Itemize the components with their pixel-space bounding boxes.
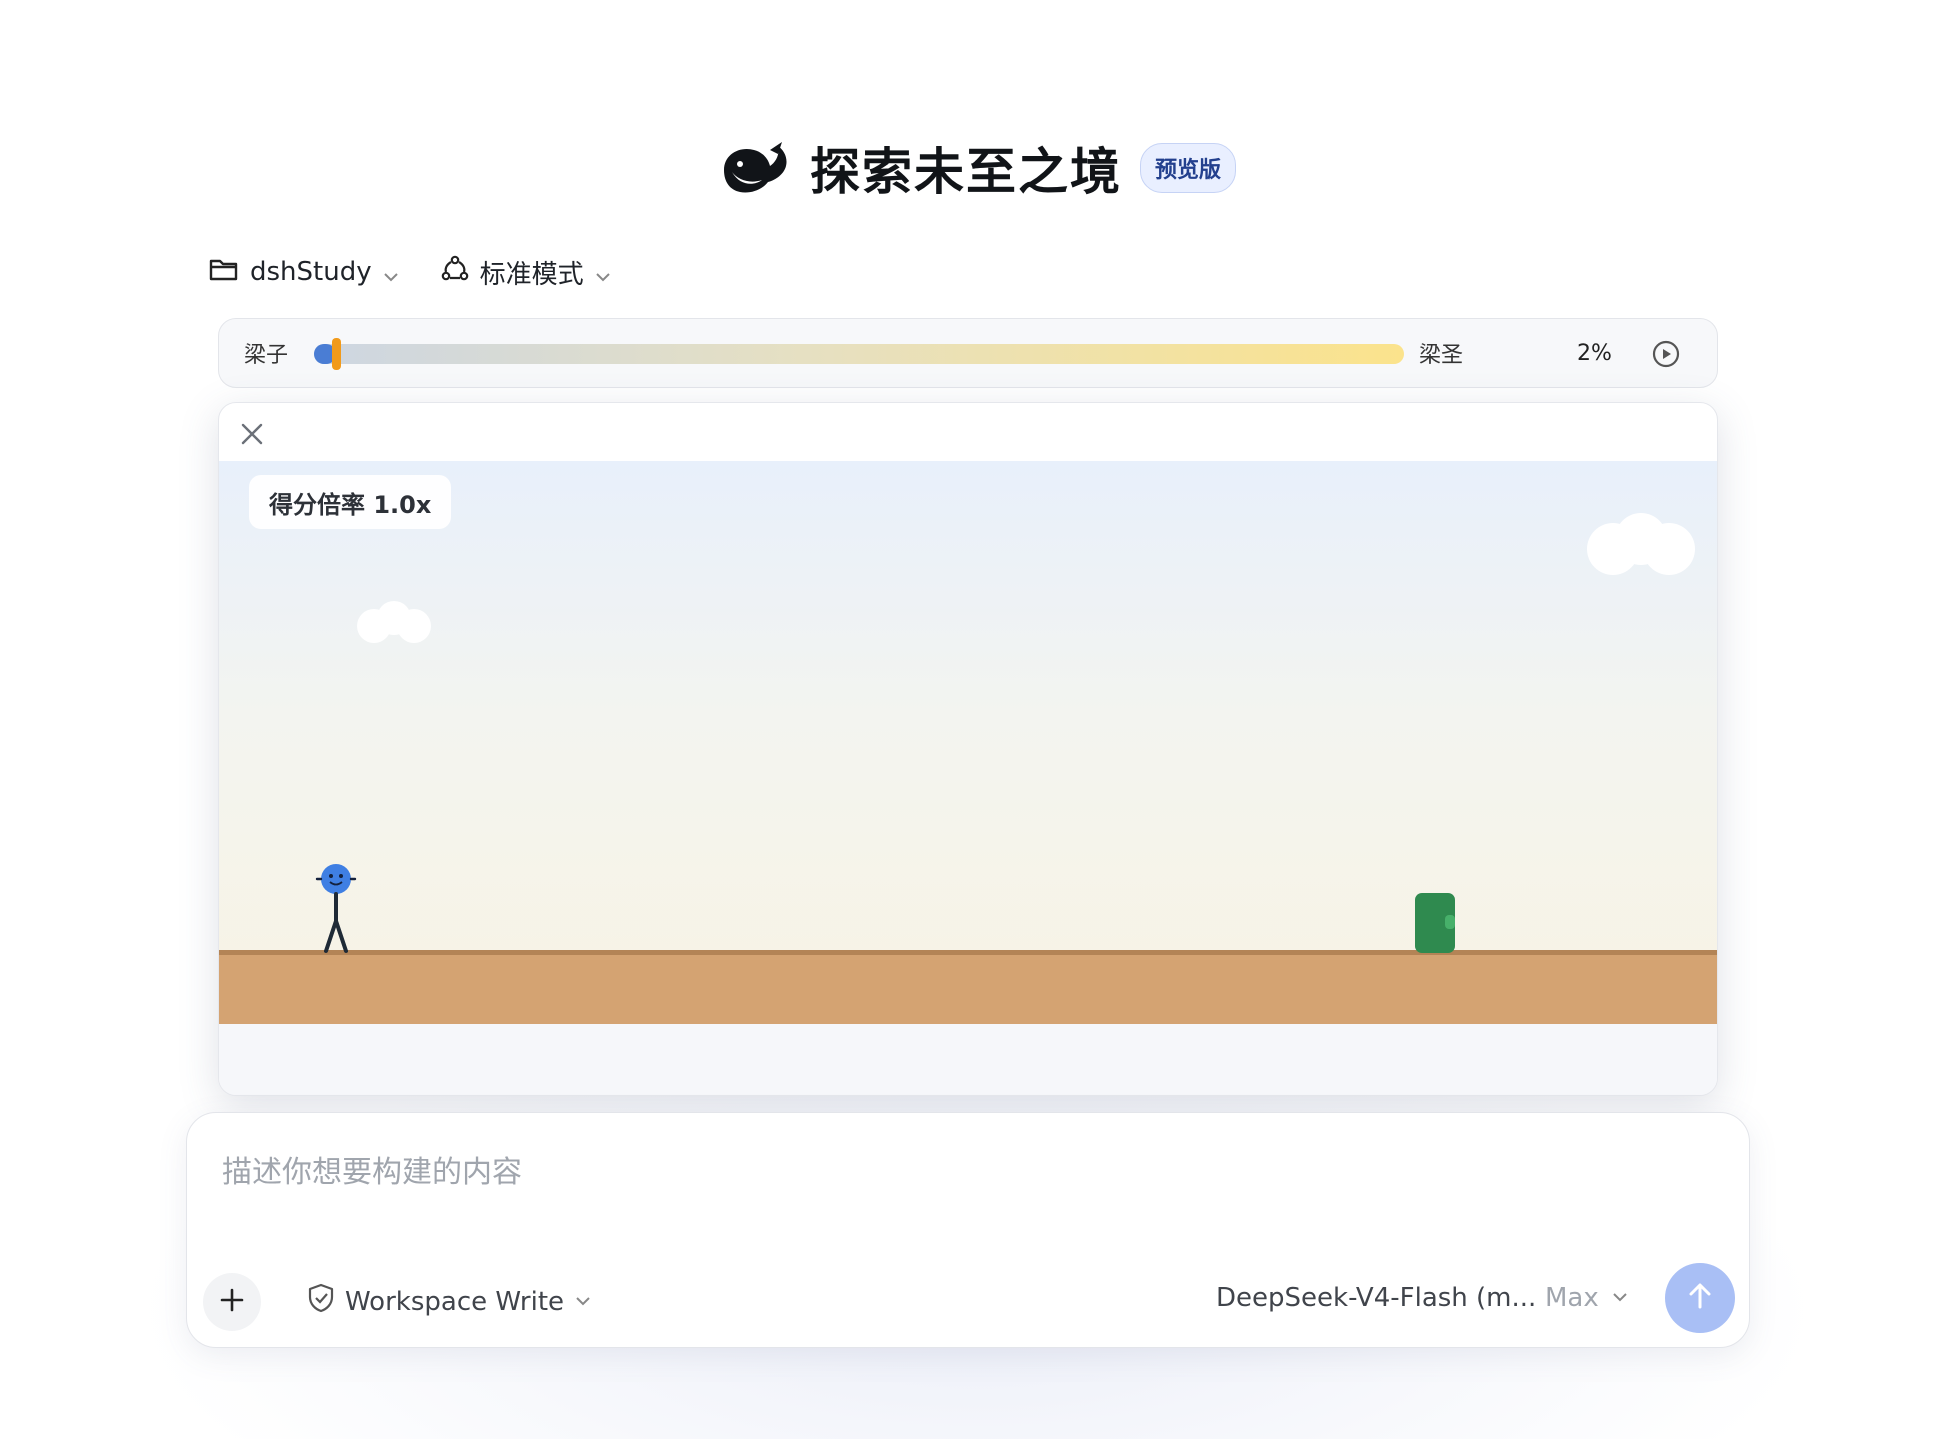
stick-figure-player [315,864,357,953]
play-icon[interactable] [1651,339,1681,369]
mode-label: 标准模式 [479,259,584,290]
ground [219,955,1717,1024]
plus-icon [218,1286,246,1318]
progress-percent: 2% [1577,340,1612,366]
send-button[interactable] [1665,1263,1735,1333]
progress-thumb[interactable] [331,338,341,370]
cloud [357,601,433,645]
project-name: dshStudy [250,257,372,287]
whale-logo-icon [718,140,792,196]
arrow-up-icon [1683,1279,1717,1317]
game-canvas[interactable]: 得分倍率 1.0x [219,461,1717,1024]
cloud [1587,513,1697,577]
page-title: 探索未至之境 [809,143,1122,201]
progress-start-label: 梁子 [244,343,289,368]
workspace-label: Workspace Write [345,1286,565,1317]
chevron-down-icon [382,263,400,282]
effort-label: Max [1545,1283,1599,1313]
shield-check-icon [307,1283,335,1320]
top-toolbar: dshStudy 标准模式 [208,250,612,294]
mode-selector[interactable]: 标准模式 [440,254,612,291]
progress-card: 梁子 梁圣 2% [218,318,1718,388]
obstacle [1415,893,1455,953]
project-selector[interactable]: dshStudy [208,255,400,290]
chevron-down-icon [1611,1283,1629,1313]
chevron-down-icon [594,263,612,282]
panel-footer [219,1024,1717,1095]
prompt-input[interactable]: 描述你想要构建的内容 [222,1147,522,1191]
chevron-down-icon [574,1287,592,1317]
effort-selector[interactable]: Max [1545,1283,1629,1313]
page-header: 探索未至之境 预览版 [0,128,1954,208]
close-icon[interactable] [235,417,269,451]
progress-end-label: 梁圣 [1419,343,1464,368]
progress-track[interactable] [314,338,1404,370]
folder-icon [208,255,240,290]
app-root: 探索未至之境 预览版 dshStudy 标准模式 梁子 梁圣 2% 得分倍率 1… [0,0,1954,1439]
game-panel: 得分倍率 1.0x [218,402,1718,1096]
cycle-icon [440,254,470,291]
add-attachment-button[interactable] [203,1273,261,1331]
model-selector[interactable]: DeepSeek-V4-Flash (m... [1216,1283,1536,1313]
score-multiplier: 得分倍率 1.0x [249,475,452,529]
prompt-composer: 描述你想要构建的内容 Workspace Write DeepSeek-V4-F… [186,1112,1750,1348]
workspace-permission-selector[interactable]: Workspace Write [307,1283,592,1320]
preview-badge: 预览版 [1139,143,1236,193]
